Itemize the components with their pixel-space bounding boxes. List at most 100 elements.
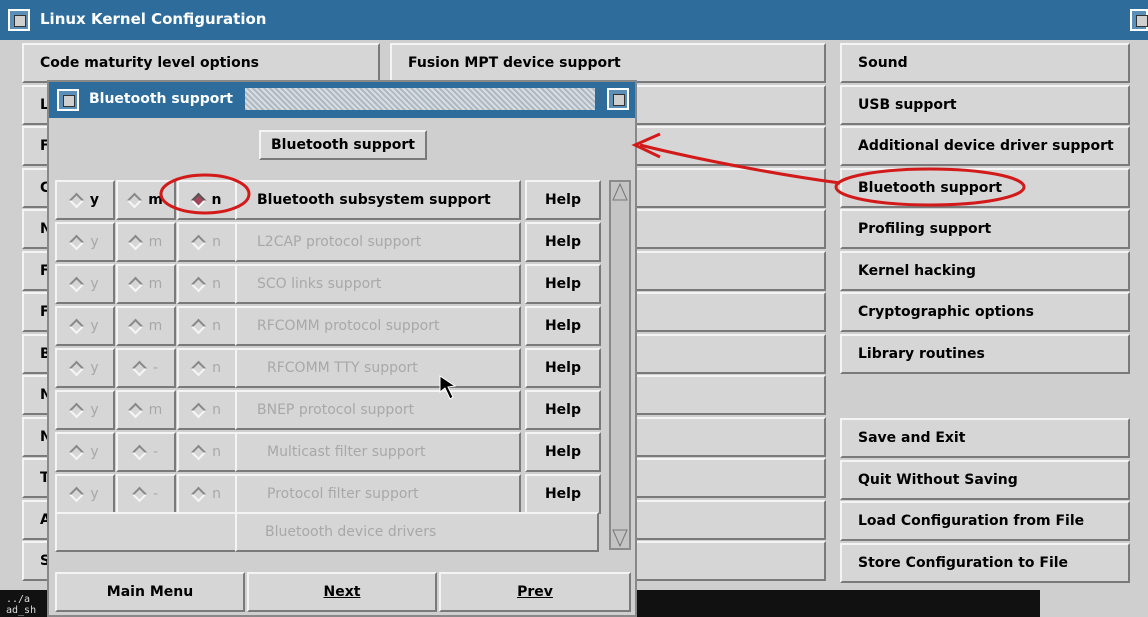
radio-y[interactable]: y bbox=[55, 432, 115, 472]
status-text: ../a ad_sh bbox=[6, 594, 37, 616]
radio-n[interactable]: n bbox=[177, 306, 237, 346]
prev-button[interactable]: Prev bbox=[439, 572, 631, 612]
radio-diamond-icon bbox=[126, 192, 143, 208]
radio-diamond-icon bbox=[131, 360, 148, 376]
radio-m[interactable]: m bbox=[116, 222, 176, 262]
radio-diamond-icon bbox=[190, 486, 207, 502]
dialog-title-bar[interactable]: Bluetooth support bbox=[49, 82, 635, 118]
radio-n[interactable]: n bbox=[177, 222, 237, 262]
main-title-bar[interactable]: Linux Kernel Configuration bbox=[0, 0, 1148, 40]
help-button[interactable]: Help bbox=[525, 222, 601, 262]
radio-label: - bbox=[152, 360, 159, 376]
radio-m[interactable]: - bbox=[116, 432, 176, 472]
prev-label: Prev bbox=[517, 584, 553, 600]
help-button[interactable]: Help bbox=[525, 432, 601, 472]
radio-label: m bbox=[148, 276, 163, 292]
right-menu-button[interactable]: Profiling support bbox=[840, 209, 1130, 249]
help-button[interactable]: Help bbox=[525, 348, 601, 388]
window-menu-icon[interactable] bbox=[8, 9, 30, 31]
radio-y[interactable]: y bbox=[55, 264, 115, 304]
radio-label: m bbox=[148, 192, 163, 208]
radio-diamond-icon bbox=[190, 444, 207, 460]
radio-diamond-icon bbox=[127, 402, 143, 418]
help-button[interactable]: Help bbox=[525, 180, 601, 220]
help-button[interactable]: Help bbox=[525, 264, 601, 304]
right-menu-button[interactable]: Sound bbox=[840, 43, 1130, 83]
radio-diamond-icon bbox=[69, 444, 85, 460]
radio-y[interactable]: y bbox=[55, 348, 115, 388]
left-menu-button[interactable]: Code maturity level options bbox=[22, 43, 380, 83]
radio-label: y bbox=[90, 402, 99, 418]
radio-y[interactable]: y bbox=[55, 222, 115, 262]
help-button[interactable]: Help bbox=[525, 474, 601, 514]
radio-label: n bbox=[212, 234, 221, 250]
action-button[interactable]: Quit Without Saving bbox=[840, 459, 1130, 500]
next-button[interactable]: Next bbox=[247, 572, 437, 612]
maximize-icon[interactable] bbox=[1130, 9, 1148, 31]
radio-y[interactable]: y bbox=[55, 474, 115, 514]
right-menu-button[interactable]: Kernel hacking bbox=[840, 250, 1130, 291]
action-button-label: Quit Without Saving bbox=[858, 471, 1018, 488]
radio-m[interactable]: - bbox=[116, 474, 176, 514]
right-menu-button[interactable]: USB support bbox=[840, 84, 1130, 125]
dialog-scrollbar[interactable] bbox=[609, 180, 631, 550]
radio-label: n bbox=[212, 360, 221, 376]
radio-m[interactable]: - bbox=[116, 348, 176, 388]
radio-label: y bbox=[90, 444, 99, 460]
radio-diamond-icon bbox=[69, 234, 85, 250]
middle-menu-button[interactable]: Fusion MPT device support bbox=[390, 43, 826, 83]
option-label: Multicast filter support bbox=[235, 432, 521, 472]
radio-y[interactable]: y bbox=[55, 306, 115, 346]
main-menu-button[interactable]: Main Menu bbox=[55, 572, 245, 612]
radio-n[interactable]: n bbox=[177, 264, 237, 304]
option-label[interactable]: Bluetooth subsystem support bbox=[235, 180, 521, 220]
action-button[interactable]: Load Configuration from File bbox=[840, 501, 1130, 541]
title-hatch bbox=[245, 88, 595, 110]
radio-label: n bbox=[212, 318, 221, 334]
option-label: Protocol filter support bbox=[235, 474, 521, 514]
submenu-spacer bbox=[55, 512, 241, 552]
radio-label: m bbox=[148, 318, 163, 334]
radio-label: m bbox=[148, 402, 163, 418]
radio-y[interactable]: y bbox=[55, 390, 115, 430]
next-label: Next bbox=[323, 584, 361, 600]
radio-n[interactable]: n bbox=[177, 180, 237, 220]
radio-diamond-icon bbox=[127, 318, 143, 334]
radio-diamond-icon bbox=[131, 444, 148, 460]
action-button[interactable]: Save and Exit bbox=[840, 418, 1130, 458]
option-label: RFCOMM TTY support bbox=[235, 348, 521, 388]
action-button[interactable]: Store Configuration to File bbox=[840, 542, 1130, 583]
help-button[interactable]: Help bbox=[525, 306, 601, 346]
radio-n[interactable]: n bbox=[177, 348, 237, 388]
radio-label: y bbox=[90, 318, 99, 334]
option-label: BNEP protocol support bbox=[235, 390, 521, 430]
radio-m[interactable]: m bbox=[116, 264, 176, 304]
dialog-maximize-icon[interactable] bbox=[607, 88, 629, 110]
dialog-menu-icon[interactable] bbox=[57, 89, 79, 111]
radio-diamond-icon bbox=[69, 318, 85, 334]
radio-n[interactable]: n bbox=[177, 432, 237, 472]
right-menu-button[interactable]: Cryptographic options bbox=[840, 292, 1130, 332]
radio-diamond-icon bbox=[69, 360, 85, 376]
radio-n[interactable]: n bbox=[177, 474, 237, 514]
bluetooth-dialog: Bluetooth support Bluetooth support ymnB… bbox=[47, 80, 637, 617]
radio-m[interactable]: m bbox=[116, 306, 176, 346]
radio-m[interactable]: m bbox=[116, 390, 176, 430]
radio-diamond-icon bbox=[68, 192, 85, 208]
main-window-title: Linux Kernel Configuration bbox=[40, 10, 267, 28]
help-button[interactable]: Help bbox=[525, 390, 601, 430]
radio-y[interactable]: y bbox=[55, 180, 115, 220]
radio-m[interactable]: m bbox=[116, 180, 176, 220]
right-menu-button[interactable]: Additional device driver support bbox=[840, 126, 1130, 166]
radio-diamond-icon bbox=[127, 234, 143, 250]
radio-diamond-icon bbox=[190, 402, 207, 418]
radio-label: y bbox=[90, 234, 99, 250]
dialog-heading-button[interactable]: Bluetooth support bbox=[259, 130, 427, 160]
radio-n[interactable]: n bbox=[177, 390, 237, 430]
right-menu-button[interactable]: Bluetooth support bbox=[840, 167, 1130, 208]
scroll-up-icon[interactable] bbox=[611, 182, 629, 202]
submenu-bluetooth-device-drivers[interactable]: Bluetooth device drivers bbox=[235, 512, 599, 552]
right-menu-button[interactable]: Library routines bbox=[840, 333, 1130, 374]
radio-diamond-icon bbox=[190, 360, 207, 376]
scroll-down-icon[interactable] bbox=[611, 528, 629, 548]
